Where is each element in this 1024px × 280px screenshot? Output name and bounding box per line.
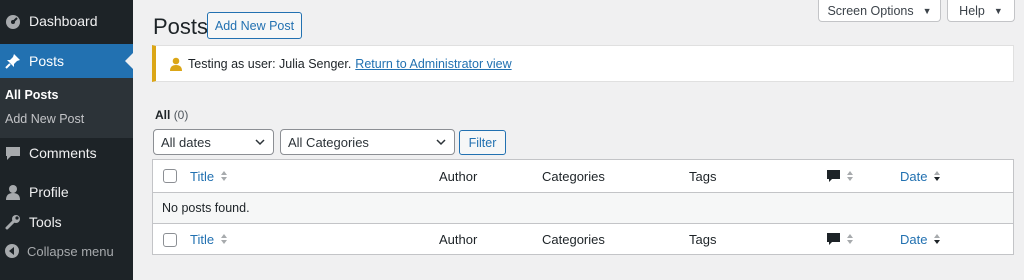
- user-icon: [169, 57, 183, 71]
- sort-icon: [847, 171, 853, 181]
- sort-icon: [847, 234, 853, 244]
- collapse-menu-button[interactable]: Collapse menu: [0, 240, 114, 262]
- screen-options-button[interactable]: Screen Options ▼: [818, 0, 941, 22]
- sidebar-item-profile[interactable]: Profile: [0, 175, 133, 209]
- sort-desc-icon: [934, 171, 941, 181]
- sidebar-item-label: Posts: [29, 53, 65, 69]
- wrench-icon: [5, 214, 21, 230]
- column-date-label: Date: [900, 231, 928, 247]
- caret-down-icon: ▼: [922, 5, 932, 16]
- column-comments[interactable]: [827, 160, 854, 192]
- column-tags: Tags: [689, 231, 717, 247]
- dashboard-icon: [5, 13, 21, 29]
- return-to-admin-link[interactable]: Return to Administrator view: [355, 57, 511, 71]
- column-title-label: Title: [190, 168, 215, 184]
- sidebar-item-posts[interactable]: Posts: [0, 44, 133, 78]
- screen-options-label: Screen Options: [827, 3, 914, 18]
- sort-desc-icon: [934, 234, 941, 244]
- sidebar-item-label: Dashboard: [29, 13, 98, 29]
- table-row: No posts found.: [153, 193, 1013, 223]
- sidebar-item-label: Tools: [29, 214, 62, 230]
- column-categories: Categories: [542, 168, 605, 184]
- user-switch-notice: Testing as user: Julia Senger. Return to…: [152, 45, 1014, 82]
- collapse-icon: [5, 244, 19, 258]
- view-all-count: (0): [173, 108, 189, 122]
- sidebar-item-dashboard[interactable]: Dashboard: [0, 4, 133, 38]
- collapse-menu-label: Collapse menu: [27, 243, 114, 259]
- notice-text: Testing as user: Julia Senger.: [188, 56, 352, 71]
- chevron-down-icon: [255, 139, 265, 146]
- dates-filter-select[interactable]: All dates: [153, 129, 274, 155]
- sort-icon: [221, 171, 228, 181]
- select-all-checkbox[interactable]: [163, 169, 177, 183]
- posts-table: Title Author Categories Tags Date No pos…: [152, 159, 1014, 255]
- column-date-label: Date: [900, 168, 928, 184]
- post-status-views: All (0): [155, 108, 188, 122]
- column-title-label: Title: [190, 231, 215, 247]
- column-author: Author: [439, 168, 478, 184]
- column-comments[interactable]: [827, 224, 854, 254]
- column-title[interactable]: Title: [190, 160, 228, 192]
- table-header-row: Title Author Categories Tags Date: [153, 160, 1013, 193]
- submenu-all-posts[interactable]: All Posts: [5, 88, 59, 102]
- sidebar-item-comments[interactable]: Comments: [0, 136, 133, 170]
- categories-filter-select[interactable]: All Categories: [280, 129, 455, 155]
- admin-sidebar: Dashboard Posts All Posts Add New Post C…: [0, 0, 133, 280]
- column-date[interactable]: Date: [900, 160, 941, 192]
- page-title: Posts: [153, 14, 209, 39]
- comment-icon: [827, 169, 840, 182]
- categories-filter-value: All Categories: [288, 134, 369, 150]
- help-label: Help: [959, 3, 985, 18]
- comment-icon: [827, 232, 840, 245]
- column-title[interactable]: Title: [190, 224, 228, 254]
- sort-icon: [221, 234, 228, 244]
- sidebar-item-tools[interactable]: Tools: [0, 205, 133, 239]
- add-new-post-button[interactable]: Add New Post: [207, 12, 302, 39]
- column-categories: Categories: [542, 231, 605, 247]
- table-footer-row: Title Author Categories Tags Date: [153, 223, 1013, 254]
- select-all-checkbox[interactable]: [163, 233, 177, 247]
- column-date[interactable]: Date: [900, 224, 941, 254]
- dates-filter-value: All dates: [161, 134, 211, 150]
- sidebar-item-label: Comments: [29, 145, 97, 161]
- comment-icon: [5, 145, 21, 161]
- posts-submenu: All Posts Add New Post: [0, 78, 133, 138]
- pin-icon: [5, 53, 21, 69]
- sidebar-item-label: Profile: [29, 184, 69, 200]
- user-icon: [5, 184, 21, 200]
- chevron-down-icon: [436, 139, 446, 146]
- view-all-link[interactable]: All: [155, 108, 170, 122]
- column-author: Author: [439, 231, 478, 247]
- filter-button[interactable]: Filter: [459, 130, 506, 155]
- empty-message: No posts found.: [162, 201, 250, 215]
- caret-down-icon: ▼: [993, 5, 1003, 16]
- submenu-add-new-post[interactable]: Add New Post: [5, 112, 84, 126]
- help-button[interactable]: Help ▼: [947, 0, 1015, 22]
- column-tags: Tags: [689, 168, 717, 184]
